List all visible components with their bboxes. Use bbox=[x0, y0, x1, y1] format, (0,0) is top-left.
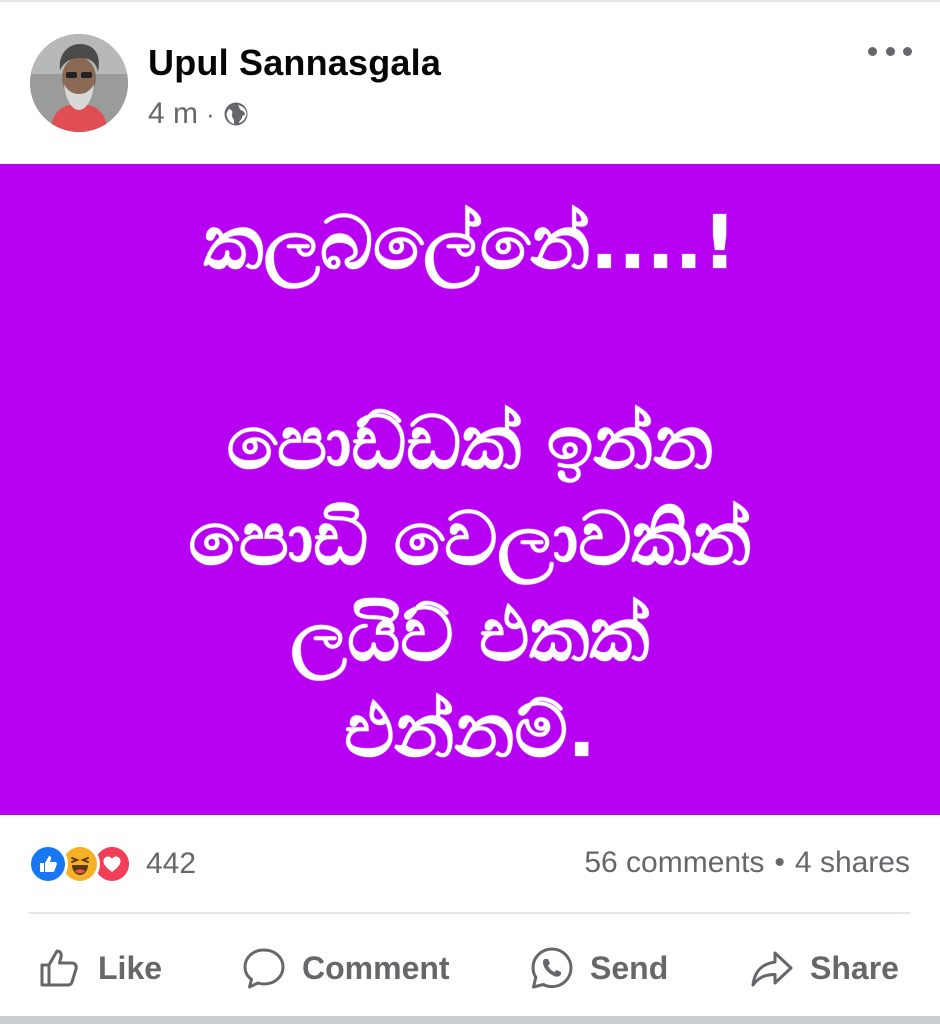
post-text-line-1: කලබලේනේ....! bbox=[203, 200, 737, 286]
share-button[interactable]: Share bbox=[748, 932, 899, 1004]
like-icon bbox=[40, 949, 78, 987]
post-card: Upul Sannasgala 4 m · කලබලේනේ....! පොඩ්ඩ… bbox=[0, 0, 940, 1024]
whatsapp-icon bbox=[531, 947, 573, 989]
post-text-background: කලබලේනේ....! පොඩ්ඩක් ඉන්න පොඩි වෙලාවකින්… bbox=[0, 164, 940, 815]
meta-separator: · bbox=[206, 98, 215, 129]
bottom-edge bbox=[0, 1016, 940, 1024]
comments-count[interactable]: 56 comments bbox=[584, 846, 764, 880]
comment-button[interactable]: Comment bbox=[240, 932, 450, 1004]
post-header: Upul Sannasgala 4 m · bbox=[0, 2, 940, 162]
like-label: Like bbox=[98, 949, 163, 986]
post-meta: 4 m · bbox=[148, 97, 249, 131]
post-text-line-2: පොඩ්ඩක් ඉන්න bbox=[226, 400, 714, 486]
reaction-count: 442 bbox=[146, 847, 197, 880]
engagement-counts: 56 comments • 4 shares bbox=[584, 846, 910, 880]
like-button[interactable]: Like bbox=[36, 932, 162, 1004]
comment-icon bbox=[243, 948, 285, 989]
avatar-photo bbox=[30, 34, 128, 132]
post-text-line-3: පොඩි වෙලාවකින් bbox=[188, 496, 752, 582]
send-label: Send bbox=[590, 949, 669, 986]
post-text-line-5: එන්නම්. bbox=[344, 688, 596, 774]
more-options-icon[interactable] bbox=[868, 36, 912, 66]
author-name[interactable]: Upul Sannasgala bbox=[148, 42, 441, 84]
send-button[interactable]: Send bbox=[528, 932, 668, 1004]
post-actions: Like Comment Send Share bbox=[0, 932, 940, 1004]
post-time[interactable]: 4 m bbox=[148, 97, 198, 131]
author-avatar[interactable] bbox=[30, 34, 128, 132]
share-icon bbox=[751, 951, 793, 987]
reaction-summary[interactable]: 442 bbox=[28, 842, 196, 886]
post-text-line-4: ලයිව් එකක් bbox=[290, 592, 650, 678]
divider bbox=[28, 912, 910, 914]
globe-icon bbox=[224, 102, 248, 126]
like-reaction-icon bbox=[28, 844, 68, 884]
counts-separator: • bbox=[774, 846, 785, 879]
shares-count[interactable]: 4 shares bbox=[795, 846, 910, 880]
comment-label: Comment bbox=[302, 949, 450, 986]
share-label: Share bbox=[810, 949, 899, 986]
